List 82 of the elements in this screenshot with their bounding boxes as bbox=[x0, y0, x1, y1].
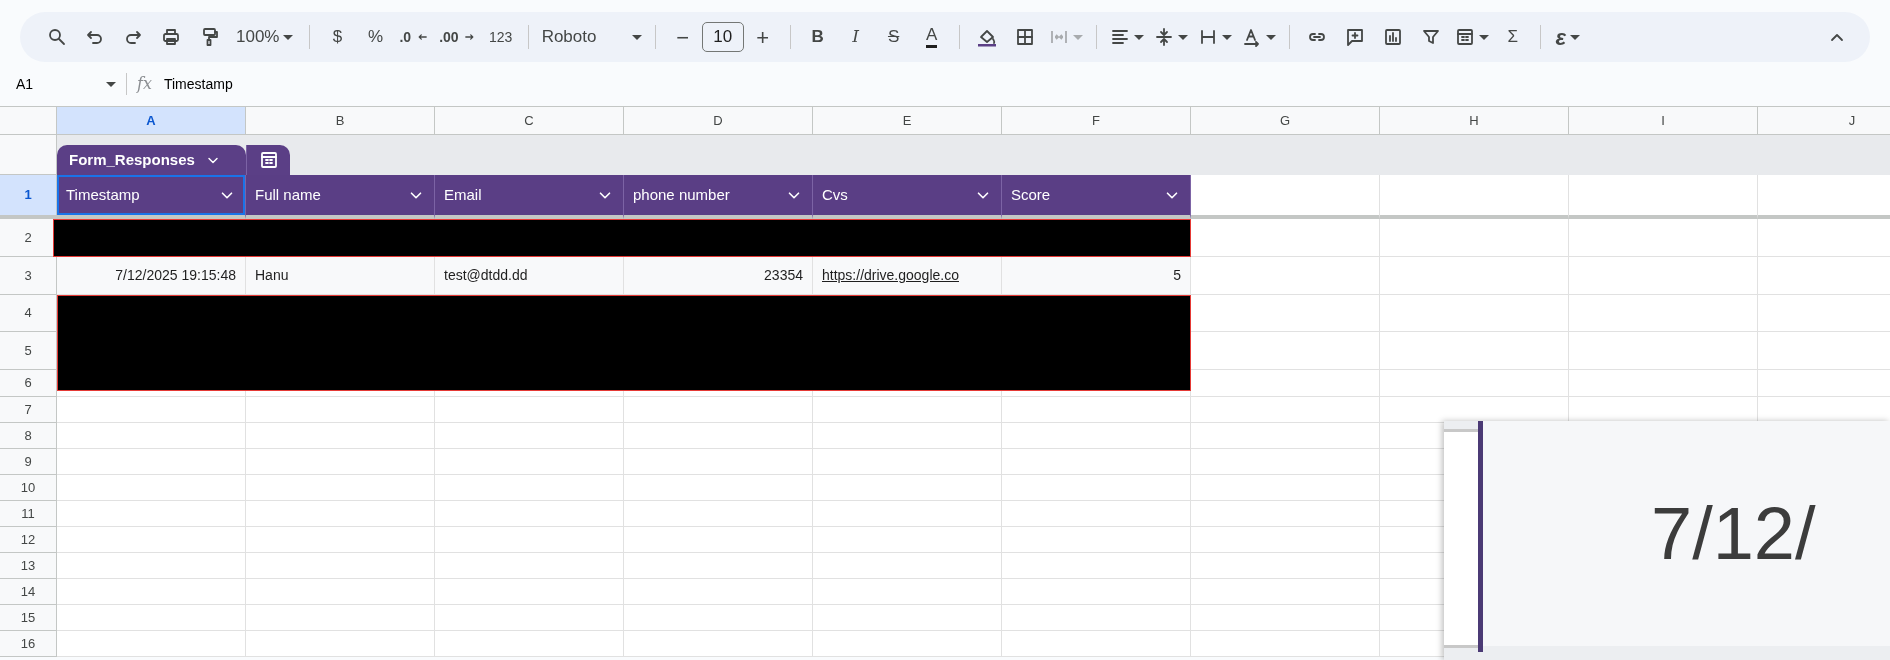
percent-button[interactable]: % bbox=[356, 19, 395, 55]
column-title: Email bbox=[444, 184, 482, 205]
caret-icon bbox=[1265, 34, 1276, 40]
row-number[interactable]: 8 bbox=[0, 423, 57, 449]
column-header[interactable]: G bbox=[1191, 107, 1380, 135]
bold-button[interactable]: B bbox=[798, 19, 837, 55]
table-icon bbox=[258, 150, 279, 170]
currency-button[interactable]: $ bbox=[318, 19, 357, 55]
table-cell: 7/12/2025 19:15:48 bbox=[57, 257, 246, 295]
zoomed-cell-text: 7/12/ bbox=[1651, 496, 1816, 571]
filter-icon bbox=[1420, 27, 1441, 47]
column-header[interactable]: B bbox=[246, 107, 435, 135]
row-number[interactable]: 16 bbox=[0, 631, 57, 657]
row-header bbox=[0, 135, 57, 175]
table-cell: 23354 bbox=[624, 257, 813, 295]
row-number[interactable]: 11 bbox=[0, 501, 57, 527]
row-number[interactable]: 14 bbox=[0, 579, 57, 605]
functions-button[interactable]: Σ bbox=[1493, 19, 1532, 55]
row-number[interactable]: 5 bbox=[0, 332, 57, 370]
row-number[interactable]: 9 bbox=[0, 449, 57, 475]
number-format-button[interactable]: 123 bbox=[481, 19, 520, 55]
row-number[interactable]: 12 bbox=[0, 527, 57, 553]
column-header[interactable]: E bbox=[813, 107, 1002, 135]
function-icon: fx bbox=[137, 72, 152, 96]
row-number[interactable]: 7 bbox=[0, 397, 57, 423]
italic-button[interactable]: I bbox=[836, 19, 875, 55]
column-header[interactable]: J bbox=[1758, 107, 1890, 135]
decrease-decimal-button[interactable]: .0 bbox=[394, 19, 435, 55]
add-comment-icon bbox=[1344, 27, 1365, 47]
caret-icon bbox=[1177, 34, 1188, 40]
name-box[interactable]: A1 bbox=[16, 73, 116, 95]
corner-cell[interactable] bbox=[0, 107, 57, 135]
column-header[interactable]: D bbox=[624, 107, 813, 135]
table-cell: 5 bbox=[1002, 257, 1191, 295]
fill-bucket-icon bbox=[976, 27, 997, 47]
increase-decimal-button[interactable]: .00 bbox=[434, 19, 482, 55]
search-icon bbox=[47, 27, 67, 47]
table-tools-button[interactable] bbox=[246, 145, 290, 175]
column-header[interactable]: H bbox=[1380, 107, 1569, 135]
caret-icon bbox=[1133, 34, 1144, 40]
decrease-font-size-button[interactable]: − bbox=[663, 19, 702, 55]
caret-icon bbox=[1221, 34, 1232, 40]
column-title: Score bbox=[1011, 184, 1051, 205]
align-left-icon bbox=[1109, 27, 1130, 47]
row-number[interactable]: 1 bbox=[0, 175, 57, 219]
print-icon bbox=[161, 27, 181, 47]
column-title: phone number bbox=[633, 184, 730, 205]
row-number[interactable]: 15 bbox=[0, 605, 57, 631]
caret-icon bbox=[1478, 34, 1489, 40]
row-number[interactable]: 6 bbox=[0, 370, 57, 397]
row-number[interactable]: 3 bbox=[0, 257, 57, 295]
text-color-button[interactable]: A bbox=[912, 19, 951, 55]
caret-icon bbox=[1072, 34, 1083, 40]
zoom-dropdown[interactable]: 100% bbox=[228, 19, 302, 55]
row-number[interactable]: 10 bbox=[0, 475, 57, 501]
formula-field[interactable]: Timestamp bbox=[161, 72, 1874, 96]
table-cell: Hanu bbox=[246, 257, 435, 295]
column-header[interactable]: C bbox=[435, 107, 624, 135]
table-icon bbox=[1454, 27, 1475, 47]
table-cell: test@dtdd.dd bbox=[435, 257, 624, 295]
row-number[interactable]: 13 bbox=[0, 553, 57, 579]
chart-icon bbox=[1382, 27, 1403, 47]
column-header[interactable]: F bbox=[1002, 107, 1191, 135]
row-number[interactable]: 4 bbox=[0, 295, 57, 332]
column-title: Cvs bbox=[822, 184, 848, 205]
column-title: Full name bbox=[255, 184, 321, 205]
column-title: Timestamp bbox=[66, 184, 140, 205]
column-header[interactable]: I bbox=[1569, 107, 1758, 135]
ai-button[interactable]: ε bbox=[1548, 19, 1587, 55]
caret-icon bbox=[1569, 34, 1580, 40]
font-dropdown[interactable]: Roboto bbox=[536, 19, 647, 55]
increase-font-size-button[interactable]: + bbox=[743, 19, 782, 55]
table-name-tab[interactable]: Form_Responses bbox=[57, 145, 246, 175]
text-rotation-icon bbox=[1241, 27, 1262, 47]
font-size-field[interactable]: 10 bbox=[701, 22, 744, 52]
column-header[interactable]: A bbox=[57, 107, 246, 135]
caret-icon bbox=[283, 34, 294, 40]
borders-icon bbox=[1014, 27, 1035, 47]
strikethrough-button[interactable]: S bbox=[874, 19, 913, 55]
caret-icon bbox=[106, 81, 116, 87]
caret-icon bbox=[631, 34, 642, 40]
vertical-align-icon bbox=[1153, 27, 1174, 47]
